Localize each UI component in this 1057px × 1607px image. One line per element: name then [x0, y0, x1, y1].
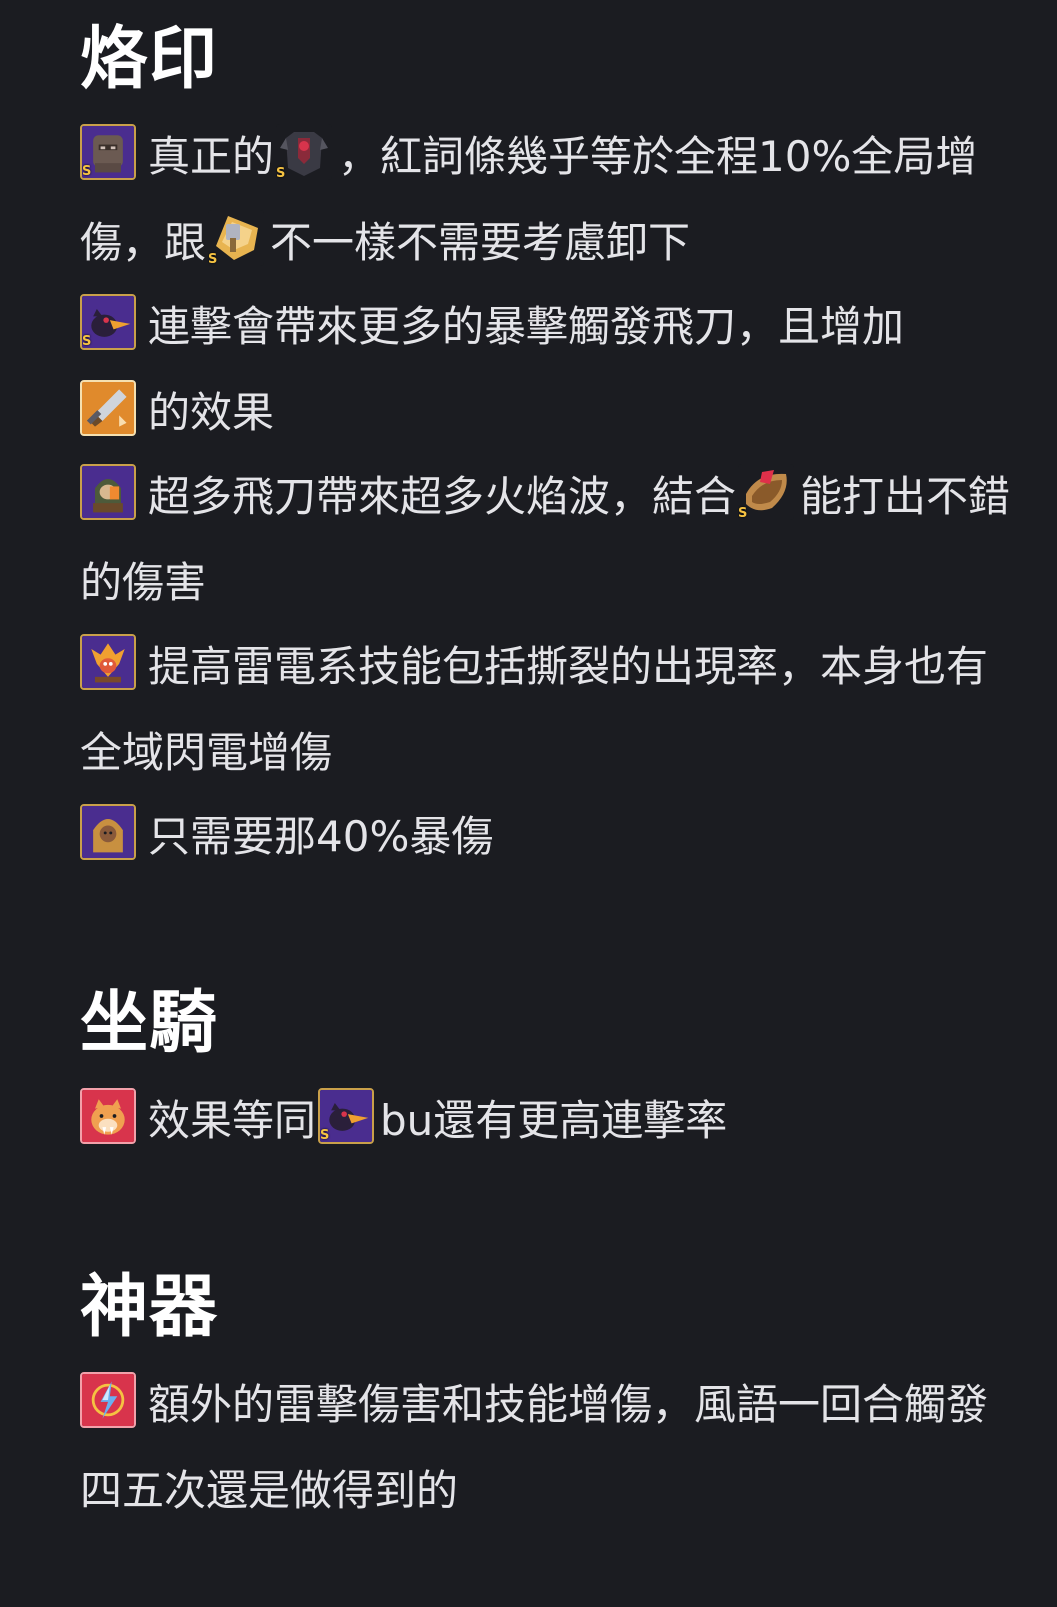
brand-p5-text-1: 只需要那40%暴傷 [148, 812, 494, 861]
shadow-hornbill-icon: S [318, 1088, 375, 1144]
s-rank-badge: S [82, 164, 92, 179]
s-rank-badge: S [208, 252, 218, 266]
mount-paragraph-1: 效果等同 S bu還有更高連擊率 [80, 1078, 1020, 1164]
brand-p4-text-1: 提高雷電系技能包括撕裂的出現率，本身也有全域閃電增傷 [80, 642, 989, 777]
stone-golem-portrait-icon: S [80, 124, 136, 180]
artifact-p1-text-1: 額外的雷擊傷害和技能增傷，風語一回合觸發四五次還是做得到的 [80, 1380, 989, 1515]
lightning-artifact-icon [80, 1372, 136, 1428]
brand-p1-text-3: 不一樣不需要考慮卸下 [270, 218, 691, 267]
hooded-rogue-icon [80, 464, 136, 520]
brand-p2-text-2: 的效果 [148, 388, 275, 437]
brand-paragraph-2: S 連擊會帶來更多的暴擊觸發飛刀，且增加 的效果 [80, 284, 1020, 456]
thunder-phoenix-icon [80, 634, 136, 690]
s-rank-badge: S [320, 1128, 330, 1143]
s-rank-badge: S [276, 166, 286, 180]
brand-p2-text-1: 連擊會帶來更多的暴擊觸發飛刀，且增加 [148, 302, 905, 351]
dark-armor-icon: S [276, 124, 333, 180]
s-rank-badge: S [738, 506, 748, 520]
brand-paragraph-1: S 真正的 S ，紅詞條幾乎等於全程10%全局增傷，跟 S 不一樣不需要考慮卸下 [80, 114, 1020, 286]
section-title-brand: 烙印 [80, 20, 219, 99]
ruby-gauntlet-icon: S [738, 464, 795, 520]
hooded-monk-icon [80, 804, 136, 860]
section-title-artifact: 神器 [80, 1268, 219, 1347]
brand-p1-text-1: 真正的 [148, 132, 275, 181]
section-title-mount: 坐騎 [80, 984, 219, 1063]
tiger-mount-icon [80, 1088, 136, 1144]
sword-skill-icon [80, 380, 136, 436]
brand-paragraph-5: 只需要那40%暴傷 [80, 794, 1020, 880]
shadow-hornbill-icon: S [80, 294, 136, 350]
brand-p3-text-1: 超多飛刀帶來超多火焰波，結合 [148, 472, 737, 521]
brand-paragraph-4: 提高雷電系技能包括撕裂的出現率，本身也有全域閃電增傷 [80, 624, 1020, 796]
golden-hammer-icon: S [208, 210, 265, 266]
artifact-paragraph-1: 額外的雷擊傷害和技能增傷，風語一回合觸發四五次還是做得到的 [80, 1362, 1020, 1534]
mount-p1-text-2: bu還有更高連擊率 [380, 1096, 728, 1145]
s-rank-badge: S [82, 334, 92, 349]
brand-paragraph-3: 超多飛刀帶來超多火焰波，結合 S 能打出不錯的傷害 [80, 454, 1020, 626]
mount-p1-text-1: 效果等同 [148, 1096, 317, 1145]
